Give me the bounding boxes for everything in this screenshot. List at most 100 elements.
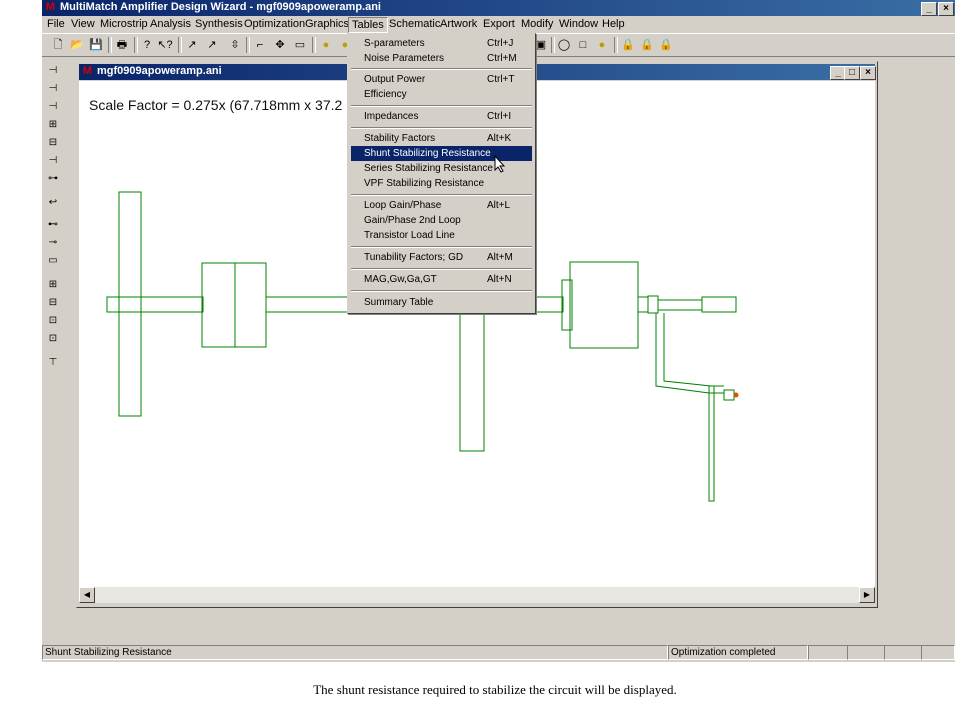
menu-schematic[interactable]: Schematic (389, 18, 440, 30)
app-title: MultiMatch Amplifier Design Wizard - mgf… (60, 1, 381, 13)
menu-separator (351, 246, 532, 248)
menu-item-efficiency[interactable]: Efficiency (351, 87, 532, 102)
menu-analysis[interactable]: Analysis (150, 18, 191, 30)
print-icon[interactable]: 🖶 (114, 37, 130, 53)
status-pane (884, 645, 922, 660)
scroll-right-icon[interactable]: ▶ (859, 587, 875, 603)
horizontal-scrollbar[interactable]: ◀ ▶ (79, 587, 875, 603)
menu-synthesis[interactable]: Synthesis (195, 18, 243, 30)
menu-item-stability-factors[interactable]: Stability Factors Alt+K (351, 131, 532, 146)
resize-icon[interactable]: ⇳ (227, 37, 243, 53)
ring-icon[interactable]: ◯ (556, 37, 572, 53)
save-icon[interactable]: 💾 (88, 37, 104, 53)
palette-tool-icon[interactable]: ⊸ (45, 236, 61, 250)
toolbar-separator (614, 37, 618, 53)
stub-mid (459, 311, 485, 452)
circle-yellow-icon[interactable]: ● (318, 37, 334, 53)
menu-view[interactable]: View (71, 18, 95, 30)
output-pad (701, 296, 737, 313)
new-file-icon[interactable]: 🗋 (50, 37, 66, 53)
menu-export[interactable]: Export (483, 18, 515, 30)
menu-item-summary-table[interactable]: Summary Table (351, 295, 532, 310)
palette-tool-icon[interactable]: ⊡ (45, 314, 61, 328)
lock-icon[interactable]: 🔒 (620, 37, 636, 53)
menu-separator (351, 290, 532, 292)
open-folder-icon[interactable]: 📂 (69, 37, 85, 53)
menu-item-vpf-stabilizing-resistance[interactable]: VPF Stabilizing Resistance (351, 176, 532, 191)
palette-tool-icon[interactable]: ⊣ (45, 100, 61, 114)
line-left (106, 296, 204, 313)
status-state: Optimization completed (668, 645, 808, 660)
palette-tool-icon[interactable]: ⊷ (45, 218, 61, 232)
menu-bar: File View Microstrip Analysis Synthesis … (42, 16, 955, 33)
menu-item-tunability-factors[interactable]: Tunability Factors; GD Alt+M (351, 250, 532, 265)
palette-tool-icon[interactable]: ⊣ (45, 64, 61, 78)
tables-dropdown-menu: S-parameters Ctrl+J Noise Parameters Ctrl+… (347, 33, 536, 314)
move-icon[interactable]: ✥ (272, 37, 288, 53)
pad-right (569, 261, 639, 349)
stub-left (118, 191, 142, 417)
pad-left (201, 262, 267, 348)
line-right-a (637, 296, 649, 313)
menu-graphics[interactable]: Graphics (305, 18, 349, 30)
menu-item-transistor-load-line[interactable]: Transistor Load Line (351, 228, 532, 243)
palette-tool-icon[interactable]: ⊞ (45, 118, 61, 132)
palette-tool-icon[interactable]: ⊣ (45, 82, 61, 96)
lock-icon[interactable]: 🔒 (639, 37, 655, 53)
menu-separator (351, 105, 532, 107)
menu-separator (351, 194, 532, 196)
lock-icon[interactable]: 🔒 (658, 37, 674, 53)
bias-line-inner (663, 313, 724, 387)
menu-tables[interactable]: Tables (348, 17, 388, 33)
menu-item-impedances[interactable]: Impedances Ctrl+I (351, 109, 532, 124)
menu-modify[interactable]: Modify (521, 18, 553, 30)
menu-item-noise-parameters[interactable]: Noise Parameters Ctrl+M (351, 51, 532, 66)
line-right-c (657, 299, 703, 311)
palette-tool-icon[interactable]: ⊣ (45, 154, 61, 168)
context-help-icon[interactable]: ↖? (157, 37, 173, 53)
menu-item-loop-gain-phase[interactable]: Loop Gain/Phase Alt+L (351, 198, 532, 213)
menu-file[interactable]: File (47, 18, 65, 30)
menu-help[interactable]: Help (602, 18, 625, 30)
palette-tool-icon[interactable]: ⊤ (45, 356, 61, 370)
menu-item-output-power[interactable]: Output Power Ctrl+T (351, 72, 532, 87)
component-icon[interactable]: ▭ (292, 37, 308, 53)
maximize-icon[interactable]: □ (844, 66, 860, 80)
status-pane (921, 645, 955, 660)
menu-item-mag-gw-ga-gt[interactable]: MAG,Gw,Ga,GT Alt+N (351, 272, 532, 287)
menu-artwork[interactable]: Artwork (440, 18, 477, 30)
palette-tool-icon[interactable]: ↩ (45, 196, 61, 210)
palette-tool-icon[interactable]: ⊟ (45, 296, 61, 310)
line-mid-left (265, 296, 351, 313)
menu-item-s-parameters[interactable]: S-parameters Ctrl+J (351, 36, 532, 51)
toolbar-separator (178, 37, 182, 53)
via-marker (733, 392, 739, 398)
circle-yellow-icon[interactable]: ● (594, 37, 610, 53)
layout-window-title: mgf0909apoweramp.ani (97, 65, 222, 77)
app-logo-icon: M (45, 1, 56, 13)
square-icon[interactable]: □ (575, 37, 591, 53)
minimize-icon[interactable]: _ (921, 2, 937, 16)
palette-tool-icon[interactable]: ▭ (45, 254, 61, 268)
menu-microstrip[interactable]: Microstrip (100, 18, 148, 30)
palette-tool-icon[interactable]: ⊟ (45, 136, 61, 150)
bias-vertical (708, 385, 715, 502)
status-pane (808, 645, 848, 660)
status-message: Shunt Stabilizing Resistance (42, 645, 668, 660)
cursor-b-icon[interactable]: ↗ (204, 37, 220, 53)
palette-tool-icon[interactable]: ⊡ (45, 332, 61, 346)
cursor-a-icon[interactable]: ↗ (184, 37, 200, 53)
toolbar-separator (312, 37, 316, 53)
palette-tool-icon[interactable]: ⊶ (45, 172, 61, 186)
help-icon[interactable]: ? (139, 37, 155, 53)
menu-item-gain-phase-2nd-loop[interactable]: Gain/Phase 2nd Loop (351, 213, 532, 228)
toolbar-separator (134, 37, 138, 53)
toolbar-separator (108, 37, 112, 53)
scroll-left-icon[interactable]: ◀ (79, 587, 95, 603)
close-icon[interactable]: × (938, 2, 954, 16)
palette-tool-icon[interactable]: ⊞ (45, 278, 61, 292)
menu-window[interactable]: Window (559, 18, 598, 30)
menu-optimization[interactable]: Optimization (244, 18, 305, 30)
wire-icon[interactable]: ⌐ (252, 37, 268, 53)
close-icon[interactable]: × (860, 66, 876, 80)
